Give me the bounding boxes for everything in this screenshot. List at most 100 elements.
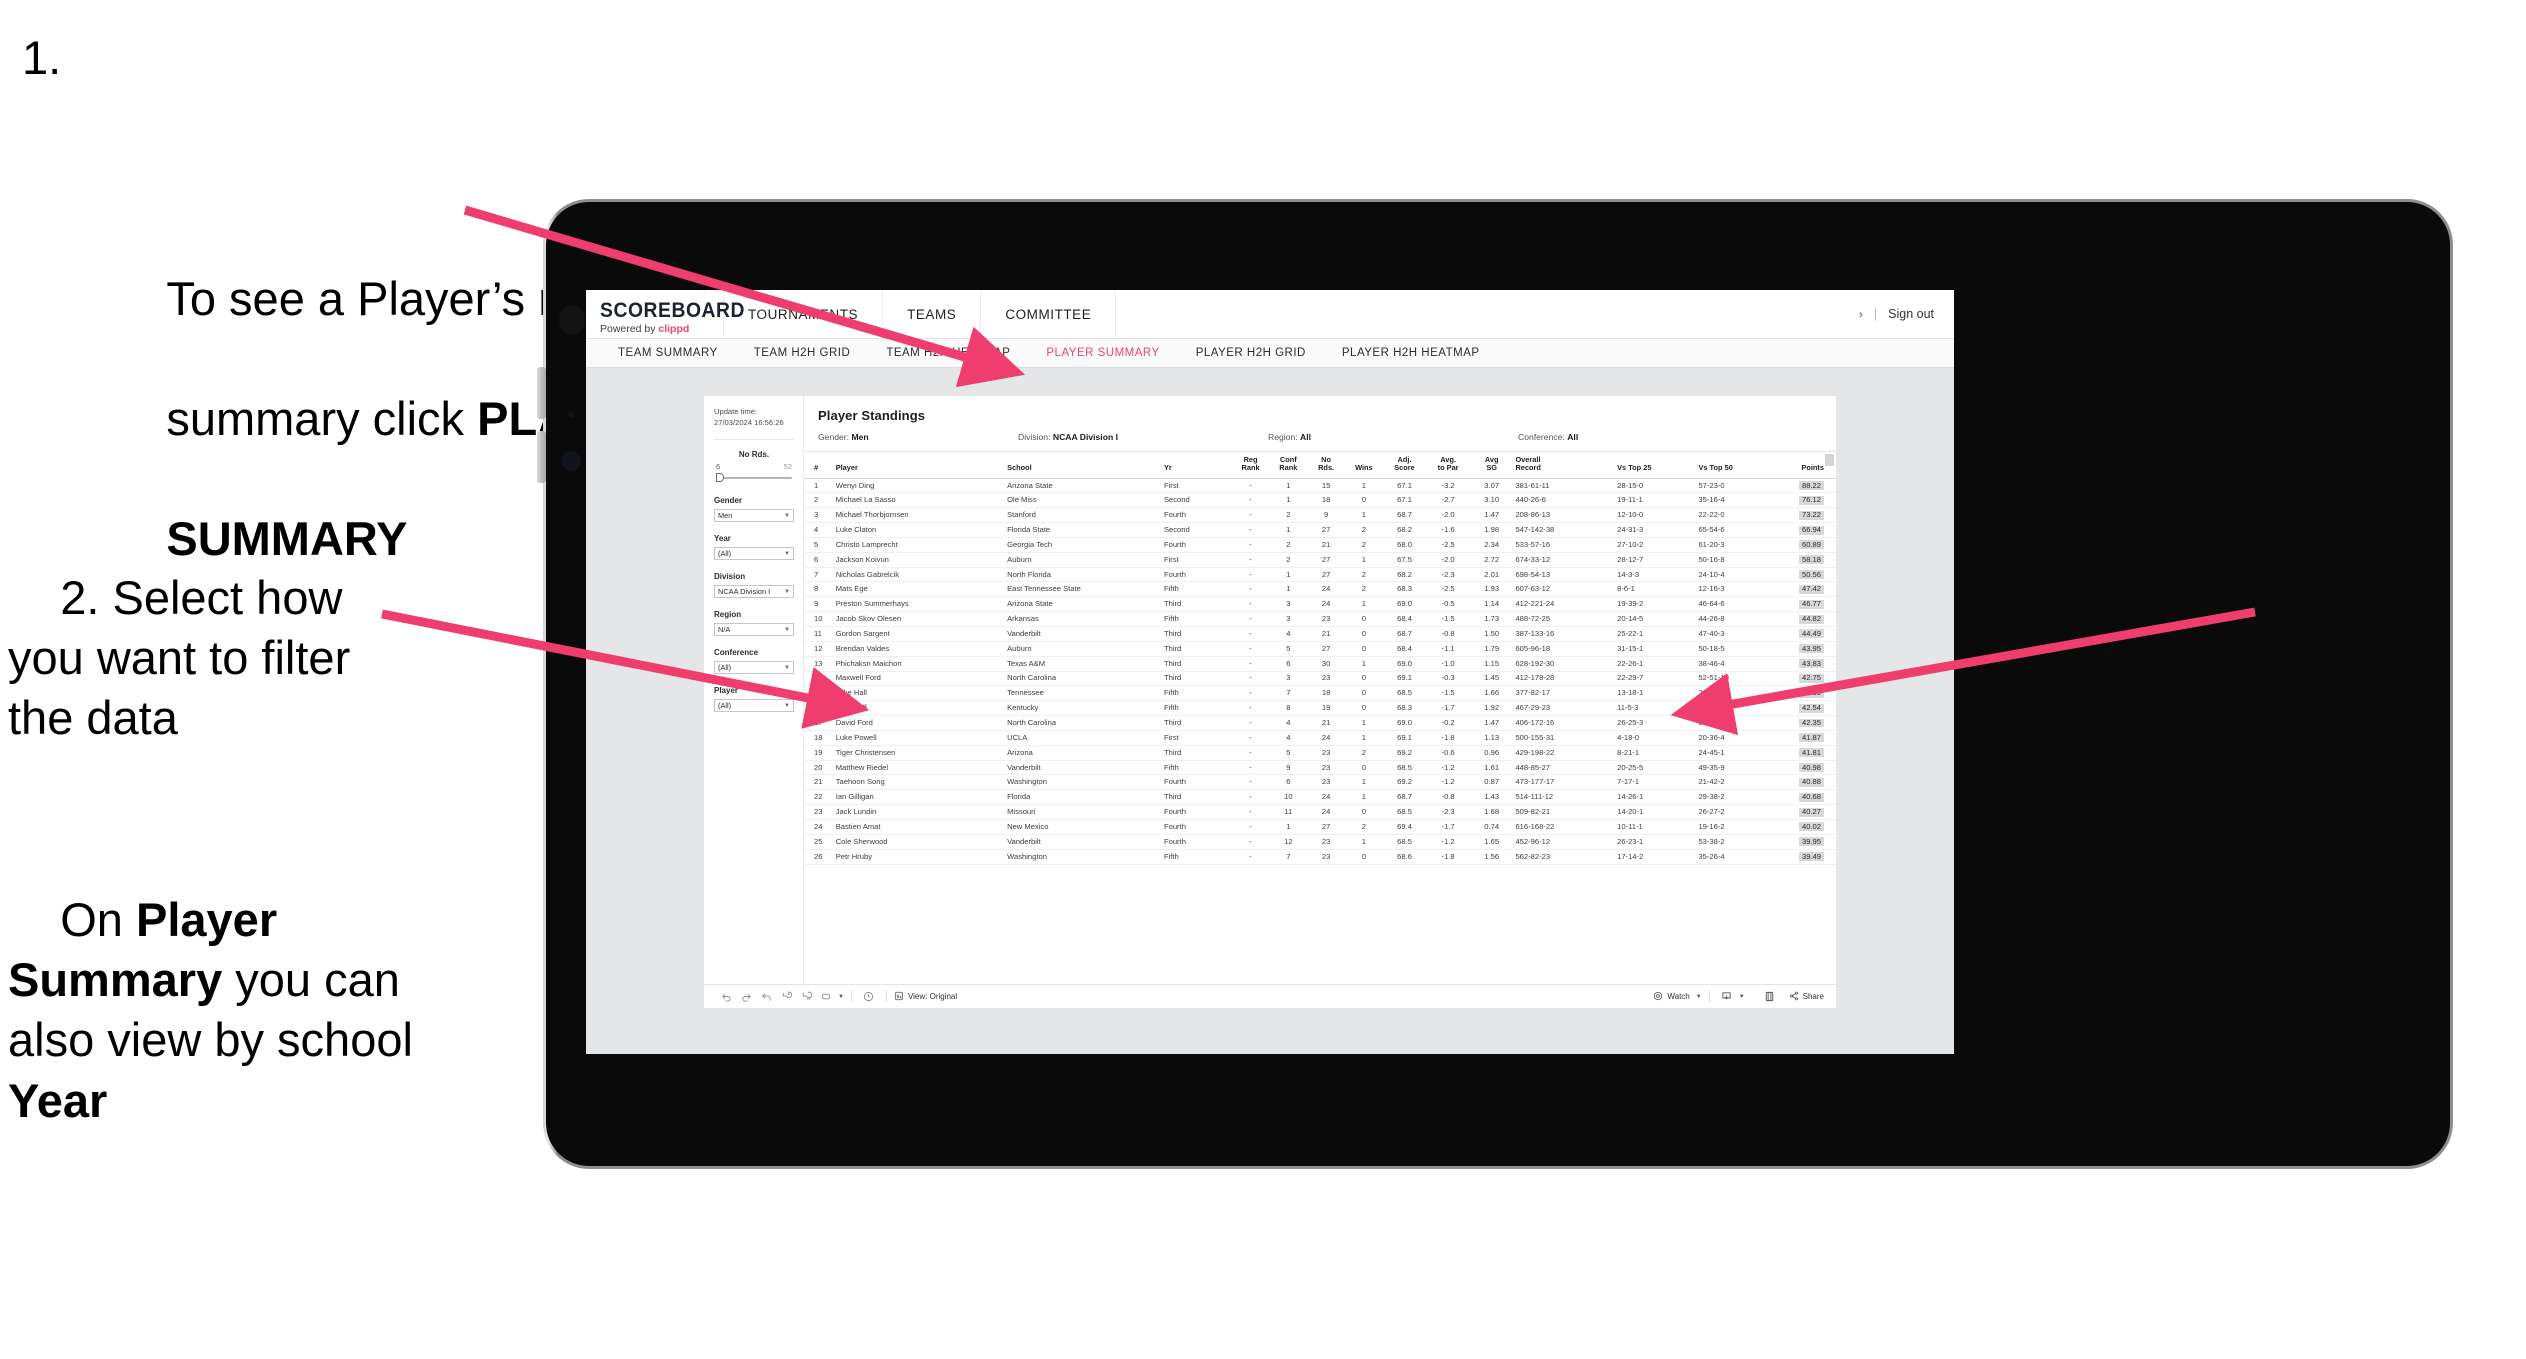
fullscreen-icon[interactable] [1760, 991, 1780, 1002]
cell-wins: 1 [1344, 789, 1383, 806]
table-row[interactable]: 24 Bastien Amat New Mexico Fourth -1 27 2 69.4-… [804, 819, 1836, 835]
col-avg-to-par[interactable]: Avg. to Par [1426, 452, 1470, 479]
col-no-rds[interactable]: No Rds. [1307, 452, 1345, 479]
chevron-down-icon[interactable]: ▼ [838, 994, 844, 1000]
cell-school: Vanderbilt [1005, 626, 1162, 642]
table-row[interactable]: 17 David Ford North Carolina Third -4 21 1 69.0… [804, 715, 1836, 731]
subnav-item-player-h2h-grid[interactable]: PLAYER H2H GRID [1178, 347, 1324, 359]
table-row[interactable]: 4 Luke Claton Florida State Second -1 27 2 68.2… [804, 522, 1836, 538]
col-rank[interactable]: # [804, 452, 834, 479]
watch-button[interactable]: Watch ▼ [1653, 991, 1702, 1003]
cell-reg: - [1231, 552, 1270, 568]
cell-wins: 0 [1344, 760, 1383, 776]
cell-conf: 10 [1269, 789, 1308, 806]
subnav-item-team-summary[interactable]: TEAM SUMMARY [600, 347, 736, 359]
subnav-item-player-h2h-heatmap[interactable]: PLAYER H2H HEATMAP [1324, 347, 1498, 359]
table-row[interactable]: 7 Nicholas Gabrelcik North Florida Fourth -1… [804, 567, 1836, 583]
cell-t50: 49-35-9 [1696, 760, 1778, 776]
points-value: 66.94 [1798, 525, 1824, 535]
tablet-screen: SCOREBOARD Powered by clippd TOURNAMENTS… [586, 290, 1954, 1054]
cell-adj: 68.0 [1382, 537, 1427, 553]
redo-icon[interactable] [736, 991, 756, 1002]
cell-reg: - [1231, 685, 1270, 702]
col-vs-top-25[interactable]: Vs Top 25 [1615, 452, 1697, 479]
cell-pts: 46.77 [1777, 596, 1836, 613]
sign-out-button[interactable]: Sign out [1888, 307, 1934, 321]
col-vs-top-50[interactable]: Vs Top 50 [1696, 452, 1778, 479]
topnav-item-teams[interactable]: TEAMS [883, 290, 982, 338]
col-adj-score[interactable]: Adj. Score [1382, 452, 1427, 479]
cell-reg: - [1231, 522, 1270, 538]
refresh-icon[interactable] [776, 991, 796, 1002]
table-row[interactable]: 13 Phichaksn Maichon Texas A&M Third -6 30 1 69… [804, 656, 1836, 672]
table-row[interactable]: 20 Matthew Riedel Vanderbilt Fifth -9 23 0 68.5… [804, 760, 1836, 776]
filter-player-select[interactable]: (All) ▼ [714, 699, 794, 712]
col-player[interactable]: Player [833, 452, 1006, 479]
device-layout-icon[interactable] [816, 991, 836, 1002]
table-row[interactable]: 26 Petr Hruby Washington Fifth -7 23 0 68.6 -1.8… [804, 849, 1836, 865]
revert-icon[interactable] [756, 991, 776, 1002]
col-reg-rank[interactable]: Reg Rank [1231, 452, 1270, 479]
share-button[interactable]: Share [1789, 991, 1824, 1003]
undo-icon[interactable] [716, 991, 736, 1002]
filter-no-rounds-slider[interactable] [714, 473, 794, 482]
col-overall-record[interactable]: Overall Record [1513, 452, 1616, 479]
filter-gender-select[interactable]: Men ▼ [714, 509, 794, 522]
subnav-item-team-h2h-heatmap[interactable]: TEAM H2H HEATMAP [868, 347, 1028, 359]
col-school[interactable]: School [1005, 452, 1162, 479]
subnav-item-player-summary[interactable]: PLAYER SUMMARY [1028, 347, 1177, 359]
table-row[interactable]: 22 Ian Gilligan Florida Third -10 24 1 68.7 -0.8… [804, 789, 1836, 806]
view-original-button[interactable]: View: Original [894, 991, 957, 1003]
subnav-item-team-h2h-grid[interactable]: TEAM H2H GRID [736, 347, 869, 359]
table-row[interactable]: 25 Cole Sherwood Vanderbilt Fourth -12 23 1 68.… [804, 834, 1836, 850]
cell-reg: - [1231, 641, 1270, 657]
topnav-item-tournaments[interactable]: TOURNAMENTS [724, 290, 884, 338]
cell-num: 2 [804, 492, 834, 509]
vertical-scrollbar[interactable] [1825, 454, 1834, 466]
chevron-down-icon[interactable]: ▼ [1739, 994, 1745, 1000]
filter-region-select[interactable]: N/A ▼ [714, 623, 794, 636]
table-row[interactable]: 10 Jacob Skov Olesen Arkansas Fifth -3 23 0 68.… [804, 611, 1836, 627]
chevron-down-icon: ▼ [784, 512, 790, 519]
table-row[interactable]: 16 Alex Goff Kentucky Fifth -8 19 0 68.3 -1.7 1.9… [804, 700, 1836, 717]
table-row[interactable]: 5 Christo Lamprecht Georgia Tech Fourth -2 21… [804, 537, 1836, 553]
filter-conference-select[interactable]: (All) ▼ [714, 661, 794, 674]
cell-adj: 69.1 [1382, 730, 1427, 746]
filter-division-select[interactable]: NCAA Division I ▼ [714, 585, 794, 598]
chevron-right-icon[interactable]: › [1859, 307, 1863, 321]
table-row[interactable]: 18 Luke Powell UCLA First -4 24 1 69.1 -1.8 1.13 5… [804, 730, 1836, 746]
table-row[interactable]: 8 Mats Ege East Tennessee State Fifth -1 24 2 6… [804, 581, 1836, 598]
col-avg-sg[interactable]: Avg SG [1469, 452, 1514, 479]
cell-t25: 27-10-2 [1615, 537, 1697, 553]
cell-t50: 50-18-5 [1696, 641, 1778, 657]
slider-handle[interactable] [716, 473, 724, 482]
table-row[interactable]: 12 Brendan Valdes Auburn Third -5 27 0 68.4 -1.1… [804, 641, 1836, 657]
download-icon[interactable] [1717, 991, 1737, 1002]
table-row[interactable]: 15 Jake Hall Tennessee Fifth -7 18 0 68.5 -1.5 1.… [804, 685, 1836, 702]
table-row[interactable]: 19 Tiger Christensen Arizona Third -5 23 2 69.2… [804, 745, 1836, 761]
table-row[interactable]: 6 Jackson Koivun Auburn First -2 27 1 67.5 -2.0 2… [804, 552, 1836, 568]
cell-pts: 42.35 [1777, 715, 1836, 731]
col-yr[interactable]: Yr [1161, 452, 1232, 479]
filter-year-select[interactable]: (All) ▼ [714, 547, 794, 560]
table-row[interactable]: 14 Maxwell Ford North Carolina Third -3 23 0 69… [804, 671, 1836, 687]
topnav-item-committee[interactable]: COMMITTEE [981, 290, 1117, 338]
clock-icon[interactable] [859, 991, 879, 1002]
app-logo[interactable]: SCOREBOARD Powered by clippd [586, 290, 745, 338]
table-row[interactable]: 11 Gordon Sargent Vanderbilt Third -4 21 0 68.7… [804, 626, 1836, 642]
col-wins[interactable]: Wins [1344, 452, 1383, 479]
table-row[interactable]: 21 Taehoon Song Washington Fourth -6 23 1 69.2-… [804, 774, 1836, 791]
cell-pts: 66.94 [1777, 522, 1836, 538]
table-row[interactable]: 9 Preston Summerhays Arizona State Third -3 2… [804, 596, 1836, 613]
table-row[interactable]: 2 Michael La Sasso Ole Miss Second -1 18 0 67.1… [804, 492, 1836, 509]
table-row[interactable]: 23 Jack Lundin Missouri Fourth -11 24 0 68.5 -2.… [804, 804, 1836, 820]
table-row[interactable]: 3 Michael Thorbjornsen Stanford Fourth -2 9 1 6… [804, 507, 1836, 524]
col-conf-rank[interactable]: Conf Rank [1269, 452, 1308, 479]
table-row[interactable]: 1 Wenyi Ding Arizona State First -1 15 1 67.1 -3… [804, 478, 1836, 494]
pause-icon[interactable] [796, 991, 816, 1002]
eye-icon [1653, 991, 1663, 1003]
cell-t50: 12-16-3 [1696, 581, 1778, 598]
chevron-down-icon[interactable]: ▼ [1696, 994, 1702, 1000]
cell-adj: 68.7 [1382, 626, 1427, 642]
points-value: 43.83 [1798, 659, 1824, 669]
